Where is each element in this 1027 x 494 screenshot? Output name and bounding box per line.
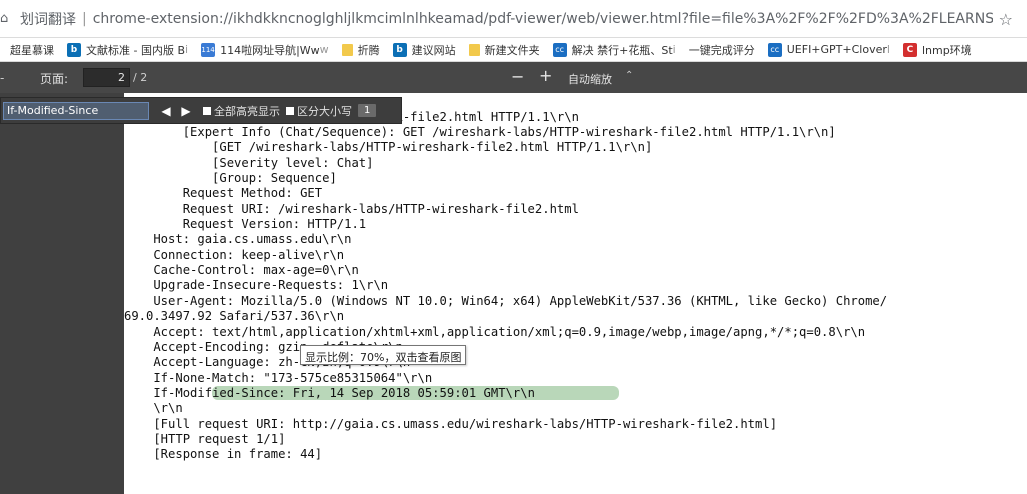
match-case-checkbox[interactable]: 区分大小写 [286,103,352,119]
cc-icon: cc [552,42,567,57]
pdf-text-line: [Severity level: Chat] [124,155,374,170]
bookmark-item[interactable]: cc UEFI+GPT+Clover l [767,42,890,57]
sidebar-toggle-icon[interactable]: - [0,71,4,85]
find-input[interactable] [3,101,149,120]
pdf-text-line: Accept-Language: zh-CN,zh;q=0.9\r\n [124,355,411,370]
site-name: 划词翻译 [20,11,76,28]
bookmark-label: 建议网站 [411,43,456,57]
folder-icon [468,43,480,56]
bookmark-label: 文献标准 - 国内版 B [86,43,186,57]
bookmark-label: lnmp环境 [921,43,972,57]
pdf-text-segment: If-Modif [124,385,213,400]
bookmark-label: 超星慕课 [10,43,54,57]
nav-site-icon: 114 [201,42,216,57]
page-label: 页面: [40,72,69,86]
bookmark-item[interactable]: b 建议网站 [392,42,456,58]
bing-icon: b [392,42,407,57]
bookmark-label: 114啦网址导航|Ww [220,43,320,57]
pdf-text-line: \r\n [124,401,183,416]
match-case-label: 区分大小写 [297,104,352,118]
bing-icon: b [67,42,81,57]
zoom-out-button[interactable]: − [511,67,524,86]
pdf-toolbar: - 页面: 2 / 2 − + 自动缩放 ⌃ [0,62,1027,93]
bookmark-item[interactable]: 114 114啦网址导航|Ww w [201,42,329,58]
bookmark-label: 一键完成评分 [688,43,755,57]
pdf-text-line: Cache-Control: max-age=0\r\n [124,263,359,278]
pdf-text-line: [Group: Sequence] [124,171,337,186]
address-bar: ⌂ 划词翻译 | chrome-extension://ikhdkkncnogl… [0,0,1027,38]
page-number-input[interactable]: 2 [83,68,130,87]
checkbox-icon[interactable] [203,106,211,115]
bookmark-star-icon[interactable]: ☆ [999,10,1013,29]
bookmarks-bar: 超星慕课 b 文献标准 - 国内版 Bi 114 114啦网址导航|Ww w 折腾 b 建议网站… [0,38,1027,62]
bookmark-label-fade: i [672,43,676,56]
search-match-highlight: ied-Since: Fri, 14 Sep 2018 05:59:01 GMT… [212,385,619,400]
zoom-select[interactable]: 自动缩放 [568,71,612,87]
bookmark-label-fade: w [319,43,329,56]
pdf-text-line: If-None-Match: "173-575ce85315064"\r\n [124,370,433,385]
bookmark-label: 解决 禁行+花瓶、St [571,43,673,57]
bookmark-item[interactable]: 折腾 [341,42,380,58]
pdf-text-line: [Response in frame: 44] [124,447,323,462]
zoom-dropdown-icon[interactable]: ⌃ [625,70,633,81]
highlight-all-checkbox[interactable]: 全部高亮显示 [203,103,280,119]
page-total: / 2 [133,71,148,84]
bookmark-label: 新建文件夹 [484,43,540,57]
red-c-icon: C [902,42,917,57]
url-separator: | [82,10,87,27]
match-count-badge: 1 [358,104,377,117]
highlight-all-label: 全部高亮显示 [214,104,280,118]
bookmark-item[interactable]: cc 解决 禁行+花瓶、St i [552,42,676,58]
zoom-in-button[interactable]: + [539,66,552,85]
pdf-text-line: Connection: keep-alive\r\n [124,247,345,262]
bookmark-item[interactable]: 一键完成评分 [689,42,755,58]
find-previous-button[interactable]: ◀ [159,104,173,118]
pdf-text-line: [Full request URI: http://gaia.cs.umass.… [124,416,778,431]
pdf-text-content: [Time since previous frame in this TCP s… [124,93,887,463]
pdf-text-line: [HTTP request 1/1] [124,431,286,446]
cc-icon: cc [767,42,782,57]
bookmark-label-fade: i [185,43,189,56]
pdf-text-line: Request URI: /wireshark-labs/HTTP-wiresh… [124,201,579,216]
folder-icon [341,43,353,56]
pdf-page: [Time since previous frame in this TCP s… [124,93,1027,494]
url-field[interactable]: chrome-extension://ikhdkkncnoglghljlkmci… [93,11,993,27]
bookmark-item[interactable]: 新建文件夹 [468,42,540,58]
pdf-text-line: Request Version: HTTP/1.1 [124,217,367,232]
pdf-text-line: 69.0.3497.92 Safari/537.36\r\n [124,309,345,324]
bookmark-item[interactable]: b 文献标准 - 国内版 Bi [67,42,188,58]
zoom-tooltip: 显示比例：70%，双击查看原图 [300,345,467,365]
pdf-text-line: Accept: text/html,application/xhtml+xml,… [124,324,866,339]
find-next-button[interactable]: ▶ [179,104,193,118]
find-bar: ◀ ▶ 全部高亮显示 区分大小写 1 [0,97,402,124]
bookmark-item[interactable]: 超星慕课 [10,42,54,58]
pdf-text-line: [Expert Info (Chat/Sequence): GET /wires… [124,125,836,140]
bookmark-label: 折腾 [357,43,380,57]
checkbox-icon[interactable] [286,106,294,115]
pdf-text-line: Upgrade-Insecure-Requests: 1\r\n [124,278,389,293]
pdf-text-line: If-Modified-Since: Fri, 14 Sep 2018 05:5… [124,385,887,401]
bookmark-label-fade: l [886,43,890,56]
home-icon[interactable]: ⌂ [0,11,14,26]
pdf-text-line: Host: gaia.cs.umass.edu\r\n [124,232,352,247]
pdf-text-line: [GET /wireshark-labs/HTTP-wireshark-file… [124,140,653,155]
pdf-text-line: Accept-Encoding: gzip, deflate\r\n [124,339,403,354]
bookmark-label: UEFI+GPT+Clover [786,43,887,56]
pdf-text-line: User-Agent: Mozilla/5.0 (Windows NT 10.0… [124,293,888,308]
pdf-text-line: Request Method: GET [124,186,323,201]
bookmark-item[interactable]: Clnmp环境 [902,42,972,58]
